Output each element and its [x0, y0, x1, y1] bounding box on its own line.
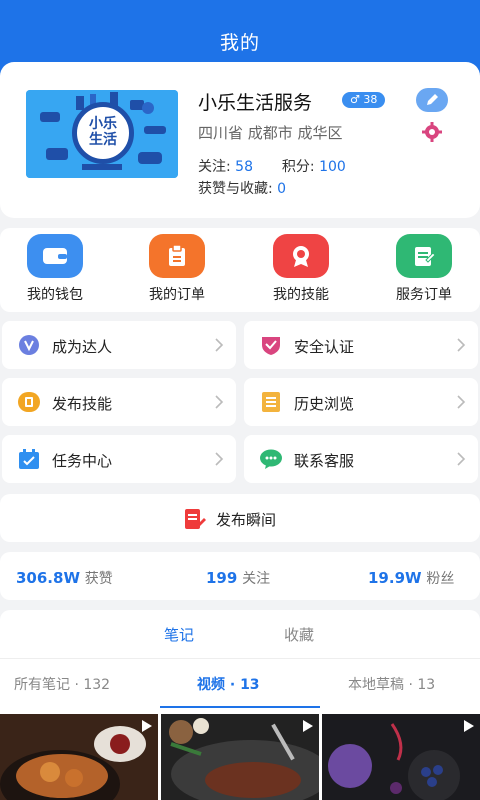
menu-security-verify[interactable]: 安全认证 [244, 321, 478, 369]
food-photo-berries [322, 714, 480, 800]
video-thumbnail[interactable] [322, 714, 480, 800]
menu-label: 成为达人 [52, 338, 113, 356]
subtab-label: 视频 [197, 677, 225, 693]
subtab-label: 本地草稿 [348, 677, 404, 693]
chevron-right-icon [215, 338, 224, 352]
menu-label: 发布技能 [52, 395, 113, 413]
chevron-right-icon [457, 452, 466, 466]
tab-notes[interactable]: 笔记 [164, 624, 194, 645]
gear-icon [422, 122, 442, 142]
active-subtab-indicator [160, 706, 320, 708]
menu-become-expert[interactable]: 成为达人 [2, 321, 236, 369]
v-badge-icon [19, 335, 39, 355]
subtab-count: · 13 [229, 677, 260, 693]
tabs-divider [0, 658, 480, 659]
chat-bubble-icon [260, 449, 282, 469]
tab-favorites[interactable]: 收藏 [284, 624, 314, 645]
play-icon [142, 720, 152, 732]
likes-value: 0 [277, 181, 287, 197]
subtab-videos[interactable]: 视频 · 13 [197, 674, 260, 694]
quick-actions-card: 我的钱包 我的订单 我的技能 服务订单 [0, 228, 480, 312]
service-orders-button[interactable]: 服务订单 [379, 234, 469, 304]
skill-badge-icon [273, 234, 329, 278]
stat-fans-unit: 粉丝 [426, 571, 455, 587]
publish-moment-button[interactable]: 发布瞬间 [0, 494, 480, 542]
edit-note-icon [185, 509, 206, 529]
stat-fans[interactable]: 19.9W 粉丝 [368, 568, 454, 588]
wallet-icon [27, 234, 83, 278]
points-value[interactable]: 100 [319, 159, 346, 175]
publish-skill-icon [18, 392, 40, 412]
stats-row: 306.8W 获赞 199 关注 19.9W 粉丝 [0, 552, 480, 600]
menu-label: 安全认证 [294, 338, 355, 356]
menu-label: 联系客服 [294, 452, 355, 470]
publish-moment-label: 发布瞬间 [216, 511, 277, 529]
chevron-right-icon [215, 395, 224, 409]
chevron-right-icon [215, 452, 224, 466]
video-thumbnail[interactable] [161, 714, 319, 800]
edit-profile-button[interactable] [416, 88, 448, 112]
stat-likes-unit: 获赞 [84, 571, 113, 587]
chevron-right-icon [457, 338, 466, 352]
gender-age-badge: ♂ 38 [342, 92, 386, 108]
wallet-button[interactable]: 我的钱包 [10, 234, 100, 304]
play-icon [303, 720, 313, 732]
pencil-icon [427, 94, 438, 105]
subtab-all-notes[interactable]: 所有笔记 · 132 [14, 674, 110, 694]
stat-following-unit: 关注 [242, 571, 271, 587]
follow-label: 关注: [198, 159, 231, 175]
follow-value[interactable]: 58 [235, 159, 253, 175]
avatar[interactable]: 小乐 生活 [26, 90, 178, 178]
order-icon [149, 234, 205, 278]
history-list-icon [262, 392, 280, 412]
menu-history[interactable]: 历史浏览 [244, 378, 478, 426]
stat-following[interactable]: 199 关注 [206, 568, 270, 588]
play-icon [464, 720, 474, 732]
subtab-count: · 132 [74, 677, 111, 693]
subtab-label: 所有笔记 [14, 677, 70, 693]
chevron-right-icon [457, 395, 466, 409]
service-order-icon [396, 234, 452, 278]
avatar-logo-text: 小乐 生活 [72, 116, 134, 148]
food-photo-stew [0, 714, 158, 800]
settings-button[interactable] [420, 122, 444, 142]
page-title: 我的 [219, 32, 260, 54]
stat-likes-value: 306.8W [16, 569, 80, 587]
likes-label: 获赞与收藏: [198, 181, 273, 197]
menu-task-center[interactable]: 任务中心 [2, 435, 236, 483]
stat-following-value: 199 [206, 569, 238, 587]
my-skills-button[interactable]: 我的技能 [256, 234, 346, 304]
points-label: 积分: [281, 159, 315, 175]
my-orders-button[interactable]: 我的订单 [132, 234, 222, 304]
menu-label: 历史浏览 [294, 395, 355, 413]
profile-location: 四川省 成都市 成华区 [198, 124, 343, 142]
food-photo-steak [161, 714, 319, 800]
stat-fans-value: 19.9W [368, 569, 422, 587]
likes-line: 获赞与收藏: 0 [198, 178, 286, 198]
menu-label: 任务中心 [52, 452, 113, 470]
my-orders-label: 我的订单 [149, 287, 205, 303]
profile-stats-line: 关注: 58 积分: 100 [198, 156, 346, 176]
video-thumbnail[interactable] [0, 714, 158, 800]
subtab-local-drafts[interactable]: 本地草稿 · 13 [348, 674, 435, 694]
menu-publish-skill[interactable]: 发布技能 [2, 378, 236, 426]
menu-contact-support[interactable]: 联系客服 [244, 435, 478, 483]
service-orders-label: 服务订单 [396, 287, 452, 303]
shield-check-icon [262, 337, 280, 355]
profile-name: 小乐生活服务 [198, 92, 313, 114]
avatar-logo-line1: 小乐 [89, 116, 117, 132]
subtab-count: · 13 [408, 677, 436, 693]
stat-likes[interactable]: 306.8W 获赞 [16, 568, 113, 588]
task-calendar-icon [19, 449, 39, 469]
avatar-logo-line2: 生活 [89, 132, 117, 148]
my-skills-label: 我的技能 [273, 287, 329, 303]
wallet-label: 我的钱包 [27, 287, 83, 303]
